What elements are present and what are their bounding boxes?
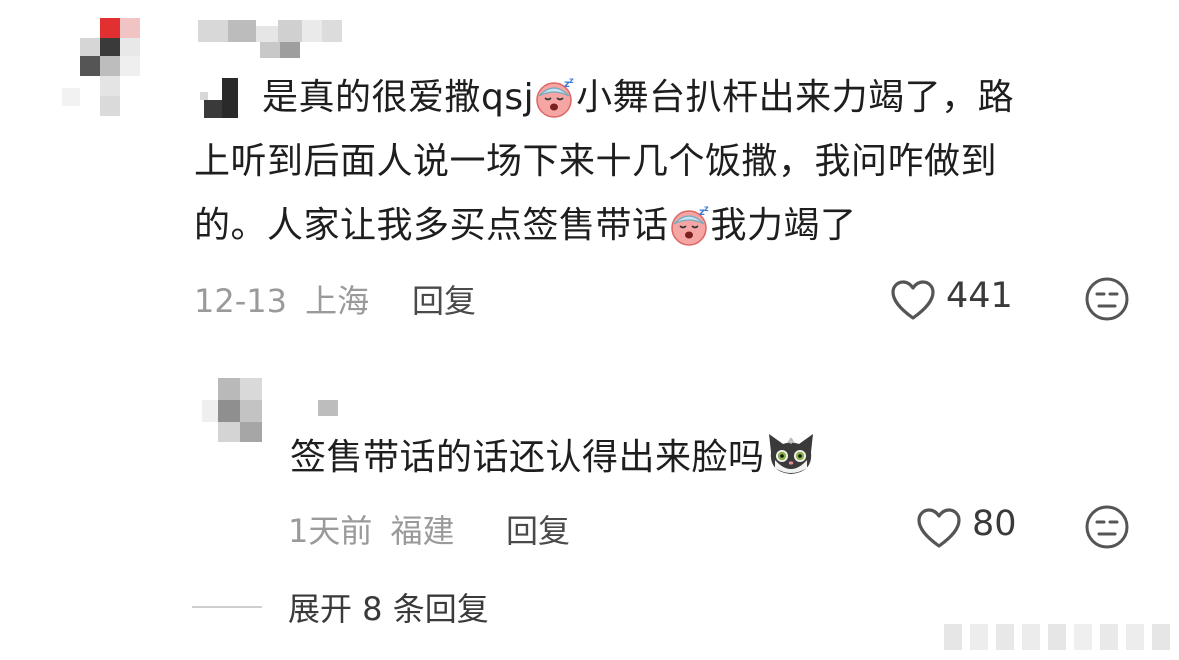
reply-like-count: 80 <box>972 504 1017 544</box>
comment-text-part: 我力竭了 <box>710 205 857 246</box>
comment-text-part: 小舞台扒杆出来力竭了，路 <box>576 77 1015 118</box>
comment-text-line: 的。人家让我多买点签售带话 z z 我力竭了 <box>194 194 1154 267</box>
svg-text:z: z <box>569 78 574 85</box>
svg-text:z: z <box>704 206 709 213</box>
expand-replies-button[interactable]: 展开 8 条回复 <box>288 584 489 630</box>
watermark <box>944 624 1174 652</box>
comment-text-part: 的。人家让我多买点签售带话 <box>194 205 669 246</box>
comment-text: 是真的很爱撒qsj z z 小舞台扒杆出来力竭了，路 <box>262 66 1142 139</box>
username[interactable] <box>198 20 348 58</box>
reply-text: 签售带话的话还认得出来脸吗 <box>290 426 990 499</box>
reply-location: 福建 <box>390 512 455 550</box>
heart-outline-icon <box>917 508 961 548</box>
user-badge <box>200 78 240 118</box>
reply-like-button[interactable]: 80 <box>916 504 1036 552</box>
comment-reply-button[interactable]: 回复 <box>412 276 476 322</box>
reply-reply-button[interactable]: 回复 <box>506 506 570 552</box>
reply-avatar[interactable] <box>202 378 266 444</box>
comment-text-part: 是真的很爱撒qsj <box>262 77 535 118</box>
comment-like-count: 441 <box>946 276 1013 316</box>
comment-like-button[interactable]: 441 <box>890 276 1030 324</box>
reply-meta: 1天前 福建 <box>288 506 455 552</box>
reply-react-button[interactable] <box>1084 504 1130 554</box>
reply-text-part: 签售带话的话还认得出来脸吗 <box>290 437 765 478</box>
expand-divider <box>192 606 262 608</box>
comment-date: 12-13 <box>194 282 287 320</box>
comment-react-button[interactable] <box>1084 276 1130 326</box>
reply-date: 1天前 <box>288 512 373 550</box>
neutral-face-icon <box>1085 277 1129 321</box>
reply-username[interactable] <box>318 400 342 418</box>
comment-text-line: 上听到后面人说一场下来十几个饭撒，我问咋做到 <box>194 141 998 182</box>
sleepy-face-emoji: z z <box>669 203 711 267</box>
heart-outline-icon <box>891 280 935 320</box>
avatar[interactable] <box>62 18 144 118</box>
comment-meta: 12-13 上海 <box>194 276 369 322</box>
cat-face-emoji <box>765 432 817 499</box>
comment-location: 上海 <box>305 282 370 320</box>
neutral-face-icon <box>1085 505 1129 549</box>
